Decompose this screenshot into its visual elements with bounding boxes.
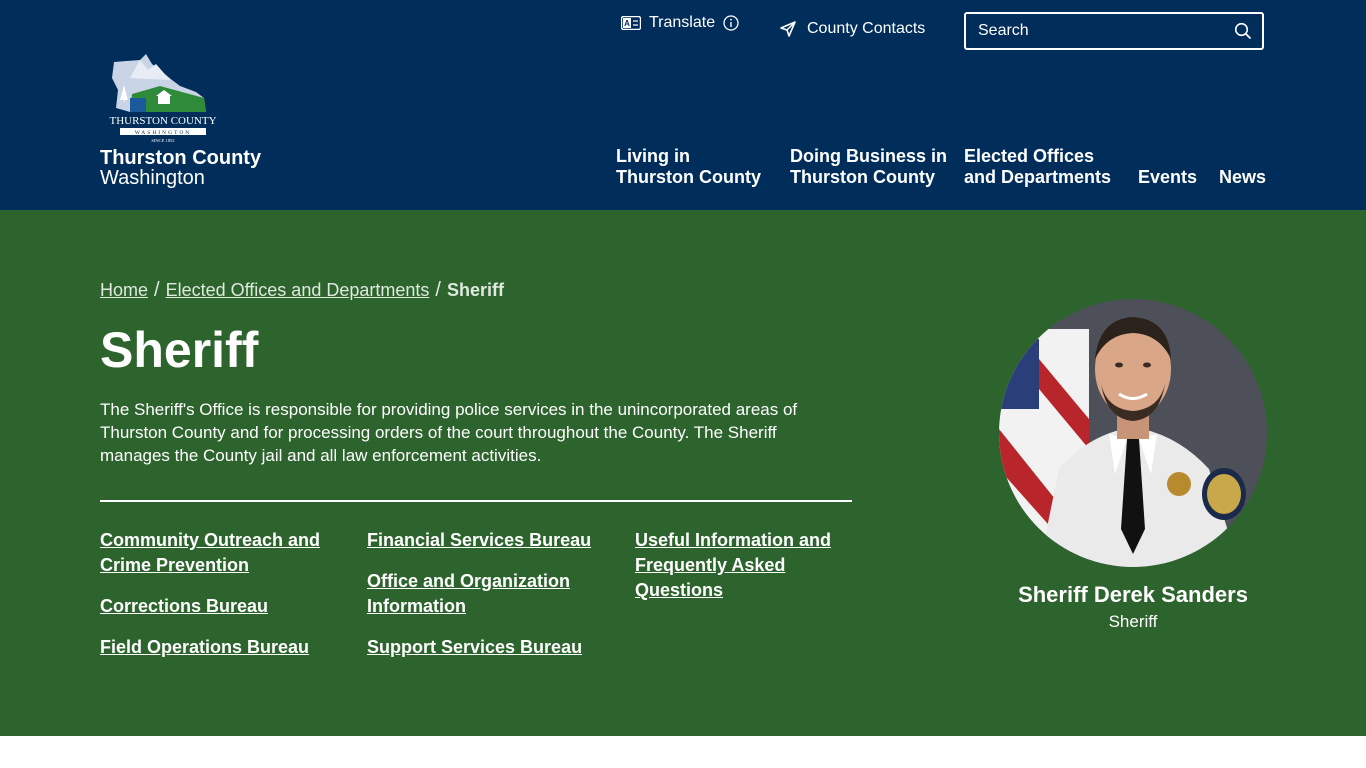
translate-label: Translate [649, 14, 716, 31]
nav-label-line2: Thurston County [616, 167, 761, 187]
logo-name-text: THURSTON COUNTY [109, 115, 216, 127]
page-intro: The Sheriff's Office is responsible for … [100, 400, 798, 465]
breadcrumb-home[interactable]: Home [100, 280, 148, 301]
link-support-services-bureau[interactable]: Support Services Bureau [367, 635, 597, 660]
county-contacts-link[interactable]: County Contacts [779, 20, 925, 38]
breadcrumb-separator: / [154, 279, 160, 301]
translate-icon: A [621, 16, 641, 30]
sheriff-portrait [999, 299, 1267, 567]
search-input[interactable] [978, 22, 1234, 40]
nav-label: Events [1138, 167, 1198, 187]
send-icon [780, 21, 796, 37]
nav-label-line2: and Departments [964, 167, 1112, 187]
page-title: Sheriff [100, 322, 259, 378]
department-hero: Home / Elected Offices and Departments /… [0, 210, 1366, 736]
nav-label-line2: Thurston County [790, 167, 935, 187]
links-column-3: Useful Information and Frequently Asked … [635, 528, 850, 619]
info-icon [723, 15, 739, 31]
translate-button[interactable]: A Translate [621, 14, 739, 32]
nav-elected-offices[interactable]: Elected Offices and Departments [964, 146, 1111, 188]
breadcrumb-elected-offices[interactable]: Elected Offices and Departments [166, 280, 430, 301]
breadcrumb-current: Sheriff [446, 280, 504, 300]
nav-label-line1: Elected Offices [964, 146, 1095, 166]
site-header: THURSTON COUNTY WASHINGTON SINCE 1852 Th… [0, 0, 1366, 210]
svg-text:A: A [624, 19, 630, 28]
breadcrumb-separator: / [435, 279, 441, 301]
portrait-image [999, 299, 1267, 567]
logo-state-text: WASHINGTON [135, 130, 192, 136]
link-corrections-bureau[interactable]: Corrections Bureau [100, 594, 340, 619]
link-field-operations-bureau[interactable]: Field Operations Bureau [100, 635, 340, 660]
nav-label-line1: Doing Business in [790, 146, 948, 166]
breadcrumb: Home / Elected Offices and Departments /… [100, 279, 504, 302]
section-divider [100, 500, 852, 502]
nav-living-in-thurston-county[interactable]: Living in Thurston County [616, 146, 761, 188]
link-office-organization-info[interactable]: Office and Organization Information [367, 569, 597, 619]
brand-name[interactable]: Thurston County [100, 148, 261, 168]
nav-label-line1: Living in [616, 146, 690, 166]
county-contacts-label: County Contacts [807, 20, 926, 37]
search-icon[interactable] [1234, 22, 1252, 40]
nav-doing-business[interactable]: Doing Business in Thurston County [790, 146, 947, 188]
search-form [964, 12, 1264, 50]
nav-label: News [1219, 167, 1267, 187]
county-seal-icon: THURSTON COUNTY WASHINGTON SINCE 1852 [109, 54, 217, 143]
links-column-2: Financial Services Bureau Office and Org… [367, 528, 597, 676]
links-column-1: Community Outreach and Crime Prevention … [100, 528, 340, 676]
county-logo[interactable]: THURSTON COUNTY WASHINGTON SINCE 1852 [100, 50, 260, 144]
link-community-outreach[interactable]: Community Outreach and Crime Prevention [100, 528, 340, 578]
nav-events[interactable]: Events [1138, 167, 1197, 188]
official-name: Sheriff Derek Sanders [1018, 582, 1248, 607]
brand-subtitle[interactable]: Washington [100, 168, 205, 188]
link-useful-information-faq[interactable]: Useful Information and Frequently Asked … [635, 528, 850, 603]
link-financial-services-bureau[interactable]: Financial Services Bureau [367, 528, 597, 553]
official-role: Sheriff [1108, 612, 1158, 631]
nav-news[interactable]: News [1219, 167, 1266, 188]
logo-since-text: SINCE 1852 [151, 138, 174, 143]
